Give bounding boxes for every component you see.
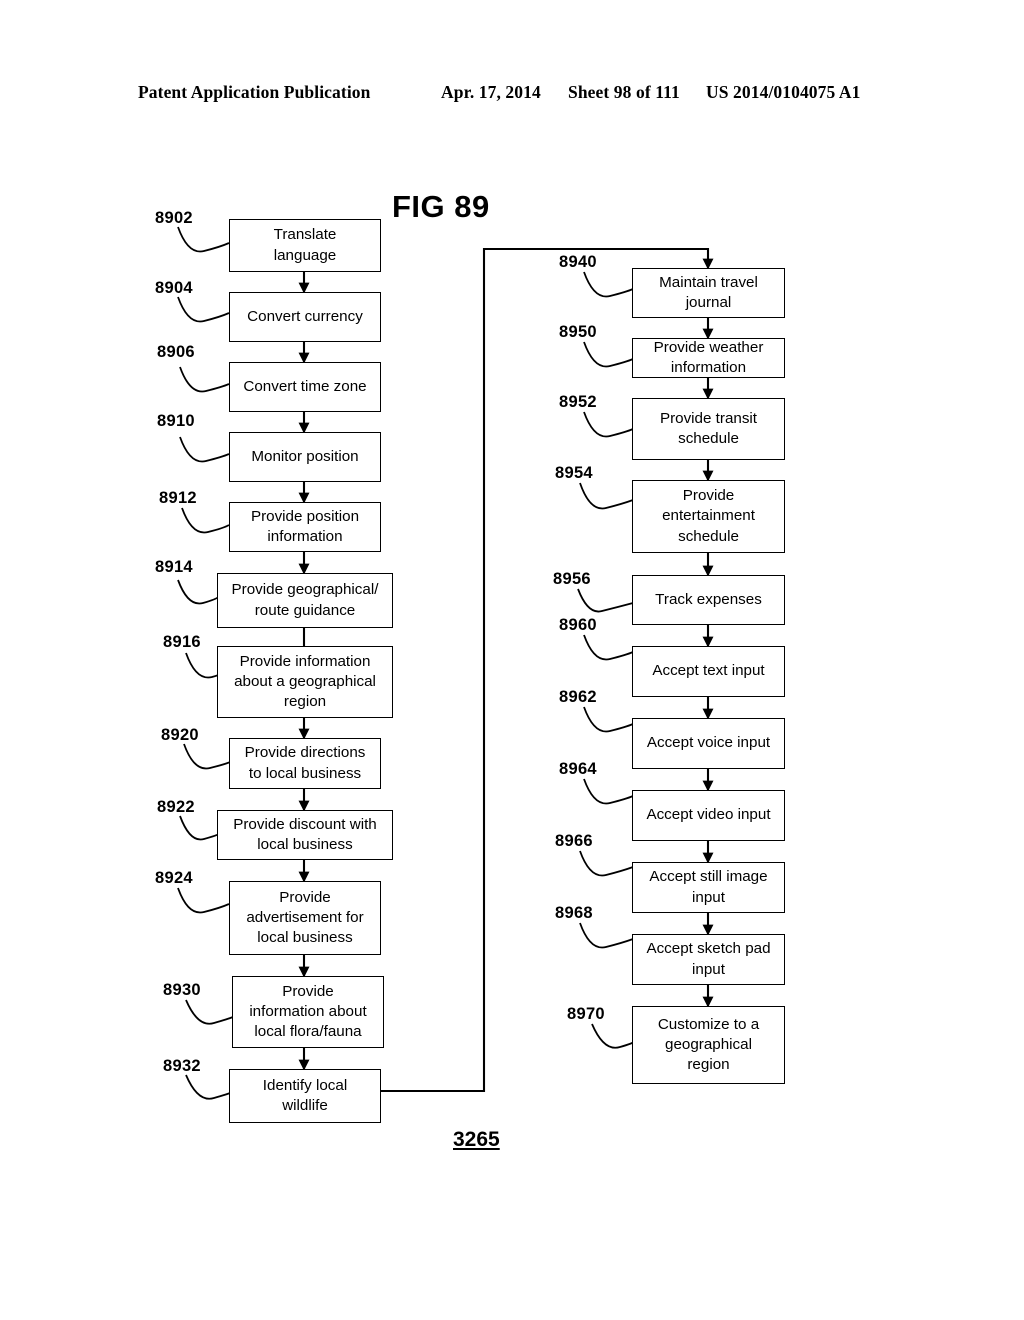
process-box-8964[interactable]: Accept video input xyxy=(632,790,785,841)
process-box-8924[interactable]: Provide advertisement for local business xyxy=(229,881,381,955)
process-box-8960-line-1: Accept text input xyxy=(652,662,765,680)
figure-title: FIG 89 xyxy=(392,189,490,224)
ref-numeral-8902: 8902 xyxy=(155,209,193,227)
ref-numeral-8952: 8952 xyxy=(559,393,597,411)
ref-numeral-8922: 8922 xyxy=(157,798,195,816)
process-box-8950-line-2: information xyxy=(670,359,747,376)
ref-numeral-8970: 8970 xyxy=(567,1005,605,1023)
process-box-8914-line-1: Provide geographical/ xyxy=(231,581,379,599)
process-box-8956-line-1: Track expenses xyxy=(655,590,762,608)
process-box-8966-line-2: input xyxy=(692,888,725,906)
ref-numeral-8966: 8966 xyxy=(555,832,593,850)
process-box-8960[interactable]: Accept text input xyxy=(632,646,785,697)
ref-numeral-8924: 8924 xyxy=(155,869,193,887)
process-box-8932-line-2: wildlife xyxy=(282,1097,328,1114)
process-box-8932[interactable]: Identify local wildlife xyxy=(229,1069,381,1123)
process-box-8920[interactable]: Provide directions to local business xyxy=(229,738,381,789)
process-box-8914[interactable]: Provide geographical/ route guidance xyxy=(217,573,393,628)
process-box-8952[interactable]: Provide transit schedule xyxy=(632,398,785,460)
process-box-8924-line-1: Provide xyxy=(279,888,331,906)
process-box-8956[interactable]: Track expenses xyxy=(632,575,785,625)
process-box-8970-line-2: geographical xyxy=(665,1035,752,1053)
process-box-8904-line-1: Convert currency xyxy=(247,307,363,325)
header-date-text: Apr. 17, 2014 xyxy=(441,82,541,102)
process-box-8966[interactable]: Accept still image input xyxy=(632,862,785,913)
process-box-8916-line-3: region xyxy=(283,693,327,711)
process-box-8950[interactable]: Provide weather information xyxy=(632,338,785,378)
process-box-8914-line-2: route guidance xyxy=(254,601,356,619)
ref-numeral-8920: 8920 xyxy=(161,726,199,744)
process-box-8954-line-1: Provide xyxy=(682,487,735,505)
process-box-8968-line-1: Accept sketch pad xyxy=(646,940,771,958)
process-box-8906-line-1: Convert time zone xyxy=(243,377,367,395)
ref-numeral-8950: 8950 xyxy=(559,323,597,341)
process-box-8940-line-1: Maintain travel xyxy=(659,273,758,291)
process-box-8952-line-2: schedule xyxy=(678,430,739,447)
process-box-8902-line-2: language xyxy=(273,246,337,264)
process-box-8916[interactable]: Provide information about a geographical… xyxy=(217,646,393,718)
ref-numeral-8968: 8968 xyxy=(555,904,593,922)
process-box-8962-line-1: Accept voice input xyxy=(646,734,771,752)
process-box-8916-line-1: Provide information xyxy=(239,652,371,670)
process-box-8920-line-1: Provide directions xyxy=(244,744,366,762)
process-box-8916-line-2: about a geographical xyxy=(234,672,376,690)
process-box-8930-line-2: information about xyxy=(249,1002,367,1020)
ref-numeral-8940: 8940 xyxy=(559,253,597,271)
ref-numeral-8962: 8962 xyxy=(559,688,597,706)
figure-number: 3265 xyxy=(453,1128,500,1151)
process-box-8904[interactable]: Convert currency xyxy=(229,292,381,342)
process-box-8912-line-1: Provide position xyxy=(250,507,360,525)
process-box-8940-line-2: journal xyxy=(685,294,732,311)
process-box-8940[interactable]: Maintain travel journal xyxy=(632,268,785,318)
process-box-8970-line-3: region xyxy=(687,1056,730,1074)
process-box-8922-line-1: Provide discount with xyxy=(233,815,377,833)
process-box-8924-line-2: advertisement for xyxy=(246,908,364,926)
process-box-8910[interactable]: Monitor position xyxy=(229,432,381,482)
ref-numeral-8916: 8916 xyxy=(163,633,201,651)
ref-numeral-8964: 8964 xyxy=(559,760,597,778)
process-box-8968[interactable]: Accept sketch pad input xyxy=(632,934,785,985)
ref-numeral-8932: 8932 xyxy=(163,1057,201,1075)
process-box-8930-line-1: Provide xyxy=(282,982,334,1000)
process-box-8954[interactable]: Provide entertainment schedule xyxy=(632,480,785,553)
ref-numeral-8930: 8930 xyxy=(163,981,201,999)
process-box-8950-line-1: Provide weather xyxy=(653,338,764,356)
process-box-8962[interactable]: Accept voice input xyxy=(632,718,785,769)
ref-numeral-8904: 8904 xyxy=(155,279,193,297)
ref-numeral-8912: 8912 xyxy=(159,489,197,507)
process-box-8924-line-3: local business xyxy=(257,929,353,947)
process-box-8902[interactable]: Translate language xyxy=(229,219,381,272)
process-box-8966-line-1: Accept still image xyxy=(649,868,768,886)
ref-numeral-8906: 8906 xyxy=(157,343,195,361)
header-patent-number: US 2014/0104075 A1 xyxy=(706,82,861,102)
process-box-8970-line-1: Customize to a xyxy=(657,1015,760,1033)
process-box-8902-line-1: Translate xyxy=(273,226,337,244)
process-box-8968-line-2: input xyxy=(692,960,725,978)
process-box-8954-line-2: entertainment xyxy=(662,507,755,525)
process-box-8954-line-3: schedule xyxy=(678,527,739,545)
ref-numeral-8956: 8956 xyxy=(553,570,591,588)
process-box-8922-line-2: local business xyxy=(257,836,353,853)
process-box-8910-line-1: Monitor position xyxy=(251,447,359,465)
process-box-8970[interactable]: Customize to a geographical region xyxy=(632,1006,785,1084)
process-box-8932-line-1: Identify local xyxy=(262,1076,348,1094)
ref-numeral-8910: 8910 xyxy=(157,412,195,430)
process-box-8912-line-2: information xyxy=(267,528,343,545)
process-box-8912[interactable]: Provide position information xyxy=(229,502,381,552)
flowchart-connectors xyxy=(177,226,714,1100)
process-box-8964-line-1: Accept video input xyxy=(646,806,771,824)
page-header: Patent Application Publication Apr. 17, … xyxy=(0,82,1024,108)
header-publication-text: Patent Application Publication xyxy=(138,82,371,102)
process-box-8952-line-1: Provide transit xyxy=(659,409,758,427)
process-box-8920-line-2: to local business xyxy=(248,764,362,782)
ref-numeral-8954: 8954 xyxy=(555,464,593,482)
process-box-8930-line-3: local flora/fauna xyxy=(254,1023,362,1041)
process-box-8922[interactable]: Provide discount with local business xyxy=(217,810,393,860)
header-sheet-text: Sheet 98 of 111 xyxy=(568,82,680,102)
process-box-8906[interactable]: Convert time zone xyxy=(229,362,381,412)
ref-numeral-8960: 8960 xyxy=(559,616,597,634)
ref-numeral-8914: 8914 xyxy=(155,558,193,576)
process-box-8930[interactable]: Provide information about local flora/fa… xyxy=(232,976,384,1048)
